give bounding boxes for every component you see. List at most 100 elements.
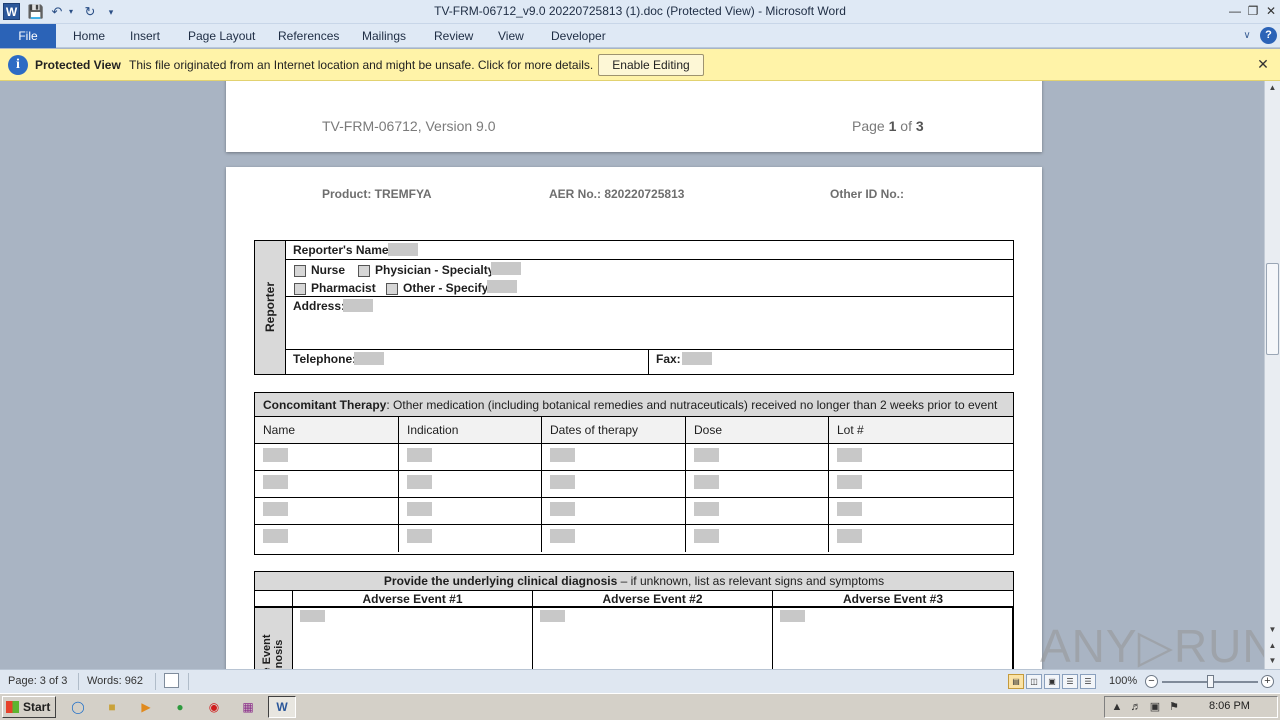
tab-view[interactable]: View: [498, 28, 524, 48]
clock[interactable]: 8:06 PM: [1209, 700, 1250, 712]
document-header-text: TV-FRM-06712, Version 9.0: [322, 118, 496, 134]
zoom-out-icon[interactable]: −: [1145, 675, 1158, 688]
lot-field[interactable]: [837, 502, 862, 516]
nurse-option[interactable]: Nurse: [294, 263, 345, 277]
other-checkbox[interactable]: [386, 282, 398, 295]
opera-icon[interactable]: ◉: [200, 696, 228, 718]
address-field[interactable]: [343, 299, 373, 312]
name-field[interactable]: [263, 529, 288, 543]
speaker-icon[interactable]: ♬: [1128, 699, 1144, 715]
print-layout-icon[interactable]: ▤: [1008, 674, 1024, 689]
fax-field[interactable]: [682, 352, 712, 365]
title-bar: W 💾 ↶ ▾ ↻ ▾ TV-FRM-06712_v9.0 2022072581…: [0, 0, 1280, 24]
telephone-field[interactable]: [354, 352, 384, 365]
show-hidden-icons-icon[interactable]: ▲: [1109, 699, 1125, 715]
proofing-icon[interactable]: [164, 673, 179, 688]
tab-home[interactable]: Home: [73, 28, 105, 48]
reporter-table: Reporter Reporter's Name: Nurse Physicia…: [254, 240, 1014, 375]
draft-icon[interactable]: ☰: [1080, 674, 1096, 689]
dates-field[interactable]: [550, 502, 575, 516]
windows-flag-icon: [6, 701, 19, 713]
previous-page-icon[interactable]: ▲: [1265, 639, 1280, 653]
protected-view-message[interactable]: This file originated from an Internet lo…: [129, 58, 593, 72]
zoom-in-icon[interactable]: +: [1261, 675, 1274, 688]
document-page: Product: TREMFYA AER No.: 820220725813 O…: [226, 167, 1042, 669]
dates-field[interactable]: [550, 475, 575, 489]
indication-field[interactable]: [407, 475, 432, 489]
name-field[interactable]: [263, 448, 288, 462]
column-header-dates: Dates of therapy: [542, 417, 686, 443]
page-count[interactable]: Page: 3 of 3: [8, 675, 67, 687]
indication-field[interactable]: [407, 448, 432, 462]
indication-field[interactable]: [407, 502, 432, 516]
zoom-level[interactable]: 100%: [1109, 675, 1137, 687]
adverse-event-3-field[interactable]: [780, 610, 805, 622]
nurse-checkbox[interactable]: [294, 264, 306, 277]
help-icon[interactable]: ?: [1260, 27, 1277, 44]
word-count[interactable]: Words: 962: [87, 675, 143, 687]
scroll-up-icon[interactable]: ▲: [1265, 81, 1280, 95]
adverse-event-1-field[interactable]: [300, 610, 325, 622]
tab-review[interactable]: Review: [434, 28, 473, 48]
window-title: TV-FRM-06712_v9.0 20220725813 (1).doc (P…: [434, 4, 846, 18]
tab-page-layout[interactable]: Page Layout: [188, 28, 255, 48]
next-page-icon[interactable]: ▼: [1265, 654, 1280, 668]
adverse-event-2-field[interactable]: [540, 610, 565, 622]
name-field[interactable]: [263, 475, 288, 489]
physician-option[interactable]: Physician - Specialty:: [358, 263, 498, 277]
dose-field[interactable]: [694, 502, 719, 516]
document-area[interactable]: TV-FRM-06712, Version 9.0 Page 1 of 3 Pr…: [0, 81, 1264, 669]
column-header-name: Name: [255, 417, 399, 443]
enable-editing-button[interactable]: Enable Editing: [598, 54, 704, 76]
reporter-name-field[interactable]: [388, 243, 418, 256]
dates-field[interactable]: [550, 448, 575, 462]
chrome-icon[interactable]: ●: [166, 696, 194, 718]
action-center-flag-icon[interactable]: ⚑: [1166, 699, 1182, 715]
reporter-type-row: Nurse Physician - Specialty: Pharmacist …: [286, 260, 1013, 297]
lot-field[interactable]: [837, 529, 862, 543]
winrar-icon[interactable]: ▦: [234, 696, 262, 718]
zoom-slider-thumb[interactable]: [1207, 675, 1214, 688]
name-field[interactable]: [263, 502, 288, 516]
indication-field[interactable]: [407, 529, 432, 543]
tab-insert[interactable]: Insert: [130, 28, 160, 48]
minimize-icon[interactable]: —: [1226, 2, 1244, 20]
tab-references[interactable]: References: [278, 28, 339, 48]
file-explorer-icon[interactable]: ■: [98, 696, 126, 718]
other-id-label: Other ID No.:: [830, 187, 904, 201]
dose-field[interactable]: [694, 529, 719, 543]
reporter-name-row: Reporter's Name:: [286, 241, 1013, 260]
tab-file[interactable]: File: [0, 24, 56, 48]
internet-explorer-icon[interactable]: ◯: [64, 696, 92, 718]
other-option[interactable]: Other - Specify:: [386, 281, 492, 295]
other-specify-field[interactable]: [487, 280, 517, 293]
vertical-scrollbar[interactable]: ▲ ▼ ▲ ▼: [1264, 81, 1280, 669]
lot-field[interactable]: [837, 475, 862, 489]
pharmacist-option[interactable]: Pharmacist: [294, 281, 376, 295]
lot-field[interactable]: [837, 448, 862, 462]
restore-icon[interactable]: ❐: [1244, 2, 1262, 20]
web-layout-icon[interactable]: ▣: [1044, 674, 1060, 689]
expand-ribbon-icon[interactable]: ∨: [1238, 27, 1256, 45]
media-player-icon[interactable]: ▶: [132, 696, 160, 718]
close-window-icon[interactable]: ✕: [1262, 2, 1280, 20]
physician-checkbox[interactable]: [358, 264, 370, 277]
anyrun-watermark: ANY▷RUN: [1040, 620, 1264, 669]
word-taskbar-icon[interactable]: W: [268, 696, 296, 718]
tab-mailings[interactable]: Mailings: [362, 28, 406, 48]
full-screen-reading-icon[interactable]: ◫: [1026, 674, 1042, 689]
physician-specialty-field[interactable]: [491, 262, 521, 275]
adverse-event-3-cell: [773, 608, 1013, 669]
adverse-event-header-row: Adverse Event #1 Adverse Event #2 Advers…: [255, 591, 1013, 608]
scroll-thumb[interactable]: [1266, 263, 1279, 355]
pharmacist-checkbox[interactable]: [294, 282, 306, 295]
outline-icon[interactable]: ☰: [1062, 674, 1078, 689]
dose-field[interactable]: [694, 475, 719, 489]
start-button[interactable]: Start: [2, 696, 56, 718]
scroll-down-icon[interactable]: ▼: [1265, 623, 1280, 637]
close-bar-icon[interactable]: ✕: [1255, 56, 1271, 72]
dose-field[interactable]: [694, 448, 719, 462]
tab-developer[interactable]: Developer: [551, 28, 606, 48]
dates-field[interactable]: [550, 529, 575, 543]
network-icon[interactable]: ▣: [1147, 699, 1163, 715]
